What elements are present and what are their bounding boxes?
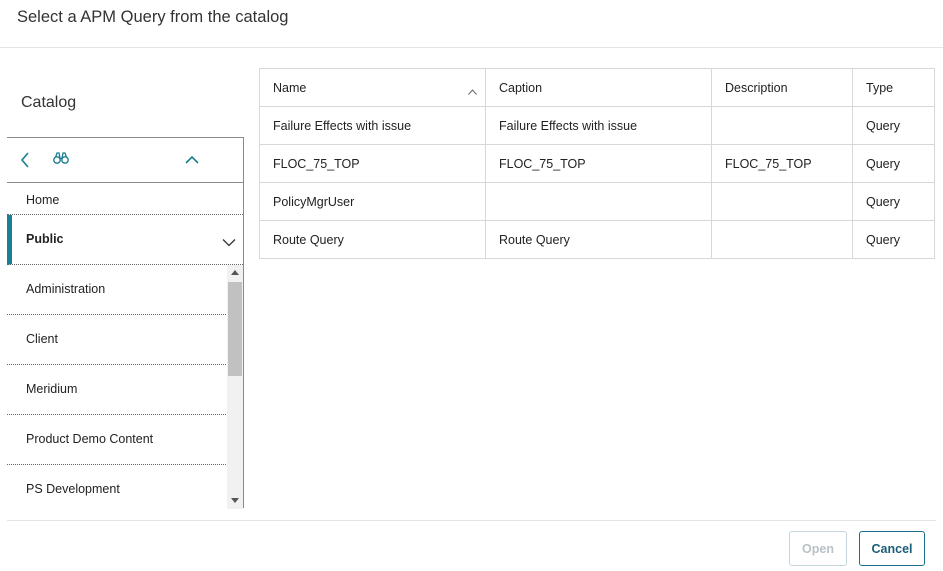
catalog-selected-folder[interactable]: Public — [7, 215, 243, 265]
dialog-header: Select a APM Query from the catalog — [0, 0, 943, 48]
cell-caption — [485, 182, 712, 221]
cell-type: Query — [852, 220, 935, 259]
query-results-table: Name Caption Description Type Failure Ef… — [259, 68, 935, 259]
column-header-name[interactable]: Name — [259, 68, 486, 107]
scroll-down-arrow-icon[interactable] — [227, 493, 243, 509]
cell-description — [711, 220, 853, 259]
cancel-button[interactable]: Cancel — [859, 531, 925, 566]
cell-name: FLOC_75_TOP — [259, 144, 486, 183]
folder-item-meridium[interactable]: Meridium — [7, 365, 226, 415]
folder-item-label: Meridium — [26, 382, 78, 396]
footer-divider — [7, 520, 936, 521]
column-header-label: Type — [866, 80, 894, 95]
column-header-label: Caption — [499, 80, 543, 95]
catalog-home-label: Home — [26, 193, 60, 207]
cell-description: FLOC_75_TOP — [711, 144, 853, 183]
select-query-dialog: Select a APM Query from the catalog Cata… — [0, 0, 943, 571]
binoculars-icon[interactable] — [53, 151, 69, 169]
cell-caption: Failure Effects with issue — [485, 106, 712, 145]
table-row[interactable]: PolicyMgrUser Query — [259, 182, 935, 221]
dialog-title: Select a APM Query from the catalog — [17, 8, 289, 26]
cell-type: Query — [852, 144, 935, 183]
folder-item-administration[interactable]: Administration — [7, 265, 226, 315]
table-header-row: Name Caption Description Type — [259, 68, 935, 107]
cell-caption: FLOC_75_TOP — [485, 144, 712, 183]
cell-description — [711, 182, 853, 221]
folder-list-scrollbar[interactable] — [227, 265, 243, 509]
cell-type: Query — [852, 182, 935, 221]
column-header-type[interactable]: Type — [852, 68, 935, 107]
folder-item-label: PS Development — [26, 482, 120, 496]
folder-item-product-demo-content[interactable]: Product Demo Content — [7, 415, 226, 465]
back-icon[interactable] — [19, 151, 31, 169]
column-header-description[interactable]: Description — [711, 68, 853, 107]
cell-name: Failure Effects with issue — [259, 106, 486, 145]
open-button[interactable]: Open — [789, 531, 847, 566]
cell-name: Route Query — [259, 220, 486, 259]
table-row[interactable]: FLOC_75_TOP FLOC_75_TOP FLOC_75_TOP Quer… — [259, 144, 935, 183]
cell-caption: Route Query — [485, 220, 712, 259]
catalog-home-item[interactable]: Home — [7, 183, 243, 215]
sort-ascending-icon[interactable] — [468, 84, 477, 98]
chevron-up-icon[interactable] — [184, 151, 200, 169]
column-header-label: Description — [725, 80, 788, 95]
column-header-label: Name — [273, 80, 307, 95]
cell-description — [711, 106, 853, 145]
scrollbar-thumb[interactable] — [228, 282, 242, 376]
folder-item-ps-development[interactable]: PS Development — [7, 465, 226, 509]
folder-item-label: Client — [26, 332, 58, 346]
table-row[interactable]: Route Query Route Query Query — [259, 220, 935, 259]
scroll-up-arrow-icon[interactable] — [227, 265, 243, 281]
catalog-heading: Catalog — [21, 94, 77, 111]
cell-name: PolicyMgrUser — [259, 182, 486, 221]
folder-item-label: Product Demo Content — [26, 432, 154, 446]
selected-folder-label: Public — [26, 232, 64, 246]
column-header-caption[interactable]: Caption — [485, 68, 712, 107]
table-row[interactable]: Failure Effects with issue Failure Effec… — [259, 106, 935, 145]
catalog-folder-list: Administration Client Meridium Product D… — [7, 265, 243, 509]
cell-type: Query — [852, 106, 935, 145]
catalog-toolbar — [7, 138, 243, 183]
folder-item-label: Administration — [26, 282, 106, 296]
chevron-down-icon[interactable] — [222, 234, 236, 247]
folder-item-client[interactable]: Client — [7, 315, 226, 365]
catalog-panel: Home Public Administration Client Meridi… — [7, 137, 244, 509]
